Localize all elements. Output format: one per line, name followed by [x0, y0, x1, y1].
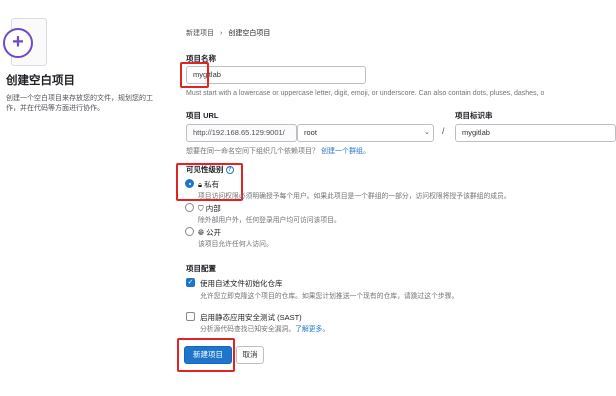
project-config-label: 项目配置 [186, 264, 216, 273]
url-separator: / [442, 126, 445, 136]
visibility-internal-label: ⛉ 内部 [198, 204, 221, 213]
readme-desc: 允许您立即克隆这个项目的仓库。如果您计划推送一个现有的仓库，请跳过这个步骤。 [200, 293, 459, 300]
visibility-public-label: 🌐︎ 公开 [198, 228, 222, 237]
new-project-illustration: + [3, 18, 47, 68]
project-name-input[interactable]: mygitlab [186, 66, 366, 84]
sast-label: 启用静态应用安全测试 (SAST) [200, 313, 302, 322]
page-description: 创建一个空白项目来存放您的文件，规划您的工作，并在代码等方面进行协作。 [6, 95, 153, 112]
readme-label: 使用自述文件初始化仓库 [200, 279, 283, 288]
shield-icon: ⛉ [198, 204, 204, 213]
sast-checkbox[interactable] [186, 312, 195, 321]
page-title: 创建空白项目 [6, 75, 75, 87]
cancel-button[interactable]: 取消 [236, 346, 264, 364]
lock-icon: 🔒︎ [198, 180, 202, 189]
project-url-label: 项目 URL [186, 111, 219, 120]
visibility-internal-desc: 除外部用户外，任何登录用户均可访问该项目。 [198, 217, 341, 224]
visibility-public-radio[interactable] [185, 227, 194, 236]
project-slug-input[interactable]: mygitlab [455, 124, 616, 142]
project-slug-label: 项目标识串 [455, 111, 493, 120]
create-group-link[interactable]: 创建一个群组。 [321, 148, 370, 155]
question-icon[interactable]: ? [225, 166, 234, 175]
project-url-prefix: http://192.168.65.129:9001/ [186, 124, 297, 142]
create-project-button[interactable]: 新建项目 [184, 346, 232, 364]
plus-icon: + [12, 31, 24, 53]
chevron-right-icon: › [220, 29, 223, 37]
breadcrumb: 新建项目 › 创建空白项目 [186, 28, 270, 38]
readme-checkbox[interactable]: ✓ [186, 278, 195, 287]
visibility-private-desc: 项目访问权限必须明确授予每个用户。如果此项目是一个群组的一部分，访问权限将授予该… [198, 193, 511, 200]
visibility-private-radio[interactable] [185, 179, 194, 188]
breadcrumb-current: 创建空白项目 [228, 30, 271, 37]
project-name-help: Must start with a lowercase or uppercase… [186, 90, 545, 97]
visibility-public-desc: 该项目允许任何人访问。 [198, 241, 273, 248]
group-hint: 想要在同一命名空间下组织几个依赖项目？ 创建一个群组。 [186, 146, 370, 156]
visibility-label-text: 可见性级别 [186, 165, 224, 174]
visibility-label: 可见性级别? [186, 164, 234, 175]
namespace-value: root [304, 128, 317, 137]
project-name-label: 项目名称 [186, 54, 216, 63]
breadcrumb-parent-link[interactable]: 新建项目 [186, 28, 214, 38]
group-hint-text: 想要在同一命名空间下组织几个依赖项目？ [186, 148, 319, 155]
chevron-down-icon: ⌄ [424, 129, 430, 136]
learn-more-link[interactable]: 了解更多。 [295, 326, 329, 333]
visibility-internal-radio[interactable] [185, 203, 194, 212]
globe-icon: 🌐︎ [198, 228, 204, 237]
visibility-private-label: 🔒︎ 私有 [198, 180, 220, 189]
sast-desc: 分析源代码查找已知安全漏洞。了解更多。 [200, 326, 330, 333]
namespace-select[interactable]: root [297, 124, 434, 142]
